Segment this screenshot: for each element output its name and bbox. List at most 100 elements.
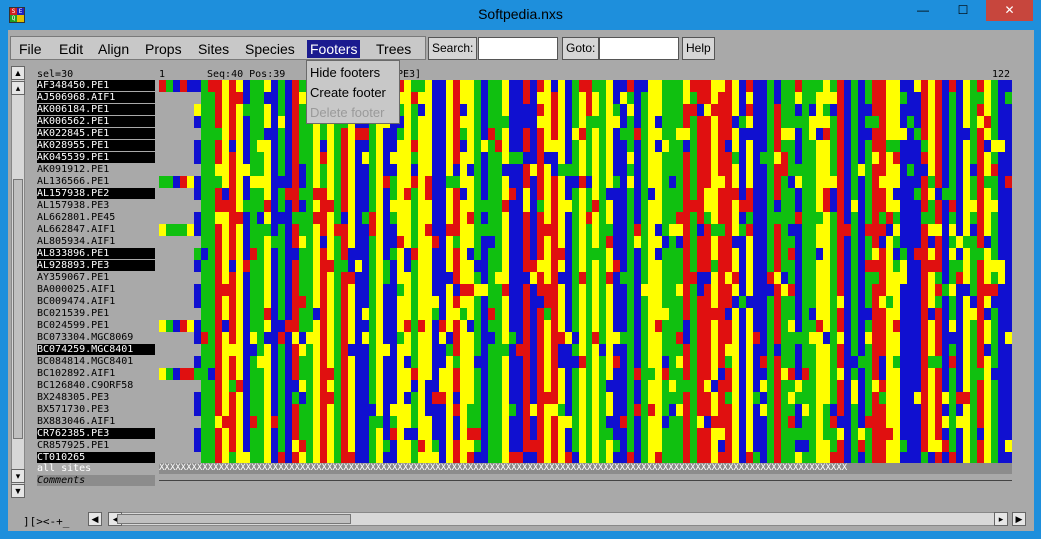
sequence-row[interactable] — [159, 296, 1012, 308]
sequence-row[interactable] — [159, 188, 1012, 200]
sequence-name[interactable]: AK045539.PE1 — [37, 152, 155, 163]
comments-row[interactable] — [159, 480, 1012, 481]
sequence-row[interactable] — [159, 344, 1012, 356]
sequence-row[interactable] — [159, 104, 1012, 116]
sequence-row[interactable] — [159, 308, 1012, 320]
scroll-down-icon[interactable]: ▾ — [11, 469, 25, 483]
sequence-row[interactable] — [159, 116, 1012, 128]
sequence-name[interactable]: BC009474.AIF1 — [37, 296, 155, 307]
comments-label[interactable]: Comments — [37, 475, 155, 486]
help-button[interactable]: Help — [682, 37, 715, 60]
menu-align[interactable]: Align — [95, 40, 132, 58]
sequence-name[interactable]: AF348450.PE1 — [37, 80, 155, 91]
sequence-name[interactable]: CT010265 — [37, 452, 155, 463]
sites-label[interactable]: all sites — [37, 463, 155, 474]
sequence-name[interactable]: AL136566.PE1 — [37, 176, 155, 187]
sequence-name[interactable]: BC126840.C9ORF58 — [37, 380, 155, 391]
sequence-row[interactable] — [159, 284, 1012, 296]
sequence-name[interactable]: AK091912.PE1 — [37, 164, 155, 175]
minimize-button[interactable]: — — [906, 0, 940, 21]
sequence-name[interactable]: AL805934.AIF1 — [37, 236, 155, 247]
title-bar[interactable]: S E Q Softpedia.nxs — ☐ ✕ — [0, 0, 1041, 30]
sequence-row[interactable] — [159, 392, 1012, 404]
sequence-row[interactable] — [159, 236, 1012, 248]
menu-sites[interactable]: Sites — [195, 40, 232, 58]
sequence-name[interactable]: AL157938.PE3 — [37, 200, 155, 211]
sequence-name[interactable]: CR762385.PE3 — [37, 428, 155, 439]
sequence-name[interactable]: AL662801.PE45 — [37, 212, 155, 223]
scroll-leftmost-icon[interactable]: ◀ — [88, 512, 102, 526]
sequence-name[interactable]: AL157938.PE2 — [37, 188, 155, 199]
sequence-name[interactable]: BC024599.PE1 — [37, 320, 155, 331]
scroll-rightmost-icon[interactable]: ▶ — [1012, 512, 1026, 526]
sequence-row[interactable] — [159, 416, 1012, 428]
sequence-row[interactable] — [159, 272, 1012, 284]
sequence-row[interactable] — [159, 128, 1012, 140]
maximize-button[interactable]: ☐ — [946, 0, 980, 21]
sequence-name[interactable]: BC073304.MGC8069 — [37, 332, 155, 343]
menu-trees[interactable]: Trees — [373, 40, 414, 58]
sequence-row[interactable] — [159, 320, 1012, 332]
sequence-row[interactable] — [159, 428, 1012, 440]
vertical-scroll-thumb[interactable] — [13, 179, 23, 439]
sequence-name[interactable]: AK028955.PE1 — [37, 140, 155, 151]
menu-species[interactable]: Species — [242, 40, 298, 58]
sequence-row[interactable] — [159, 224, 1012, 236]
sites-row[interactable]: XXXXXXXXXXXXXXXXXXXXXXXXXXXXXXXXXXXXXXXX… — [159, 463, 1012, 474]
menu-item-hide-footers[interactable]: Hide footers — [310, 65, 380, 80]
sequence-row[interactable] — [159, 212, 1012, 224]
sequence-row[interactable] — [159, 260, 1012, 272]
sequence-row[interactable] — [159, 404, 1012, 416]
sequence-name[interactable]: BX571730.PE3 — [37, 404, 155, 415]
search-input[interactable] — [478, 37, 558, 60]
sequence-row[interactable] — [159, 164, 1012, 176]
sequence-name[interactable]: BC084814.MGC8401 — [37, 356, 155, 367]
sequence-name[interactable]: AJ506968.AIF1 — [37, 92, 155, 103]
sequence-row[interactable] — [159, 176, 1012, 188]
menu-file[interactable]: File — [16, 40, 45, 58]
vertical-scrollbar[interactable]: ▲ ▴ ▾ ▼ — [11, 66, 25, 498]
alignment-panel[interactable]: sel=30 1 Seq:40 Pos:39 PE3] 122 AF348450… — [33, 66, 1024, 486]
sequence-row[interactable] — [159, 80, 1012, 92]
sequence-name[interactable]: AL833896.PE1 — [37, 248, 155, 259]
sequence-row[interactable] — [159, 152, 1012, 164]
sequence-name[interactable]: AY359067.PE1 — [37, 272, 155, 283]
sequence-grid[interactable] — [159, 80, 1012, 464]
sequence-row[interactable] — [159, 380, 1012, 392]
sequence-row[interactable] — [159, 440, 1012, 452]
sequence-name[interactable]: AK022845.PE1 — [37, 128, 155, 139]
sequence-name[interactable]: BC074259.MGC8401 — [37, 344, 155, 355]
goto-button[interactable]: Goto: — [562, 37, 600, 60]
sequence-row[interactable] — [159, 248, 1012, 260]
sequence-name[interactable]: AL928893.PE3 — [37, 260, 155, 271]
sequence-name[interactable]: BC021539.PE1 — [37, 308, 155, 319]
menu-props[interactable]: Props — [142, 40, 185, 58]
menu-edit[interactable]: Edit — [56, 40, 86, 58]
goto-input[interactable] — [599, 37, 679, 60]
close-button[interactable]: ✕ — [986, 0, 1033, 21]
sequence-name[interactable]: BC102892.AIF1 — [37, 368, 155, 379]
horizontal-scroll-thumb[interactable] — [117, 514, 351, 524]
horizontal-scrollbar[interactable]: ◂ ▸ — [108, 512, 1008, 526]
scroll-right-icon[interactable]: ▸ — [994, 512, 1008, 526]
sequence-name[interactable]: CR857925.PE1 — [37, 440, 155, 451]
sequence-row[interactable] — [159, 92, 1012, 104]
menu-item-create-footer[interactable]: Create footer — [310, 85, 386, 100]
scroll-bottom-icon[interactable]: ▼ — [11, 484, 25, 498]
sequence-name[interactable]: BX248305.PE3 — [37, 392, 155, 403]
sequence-row[interactable] — [159, 356, 1012, 368]
sequence-name[interactable]: AL662847.AIF1 — [37, 224, 155, 235]
sequence-name[interactable]: AK006184.PE1 — [37, 104, 155, 115]
sequence-name[interactable]: BX883046.AIF1 — [37, 416, 155, 427]
sequence-row[interactable] — [159, 200, 1012, 212]
sequence-row[interactable] — [159, 332, 1012, 344]
scroll-top-icon[interactable]: ▲ — [11, 66, 25, 80]
sequence-row[interactable] — [159, 140, 1012, 152]
sequence-name[interactable]: AK006562.PE1 — [37, 116, 155, 127]
sequence-name[interactable]: BA000025.AIF1 — [37, 284, 155, 295]
menu-footers[interactable]: Footers — [307, 40, 361, 58]
scroll-up-icon[interactable]: ▴ — [11, 81, 25, 95]
sequence-row[interactable] — [159, 368, 1012, 380]
search-button[interactable]: Search: — [428, 37, 478, 60]
residue-cell — [1005, 140, 1012, 152]
